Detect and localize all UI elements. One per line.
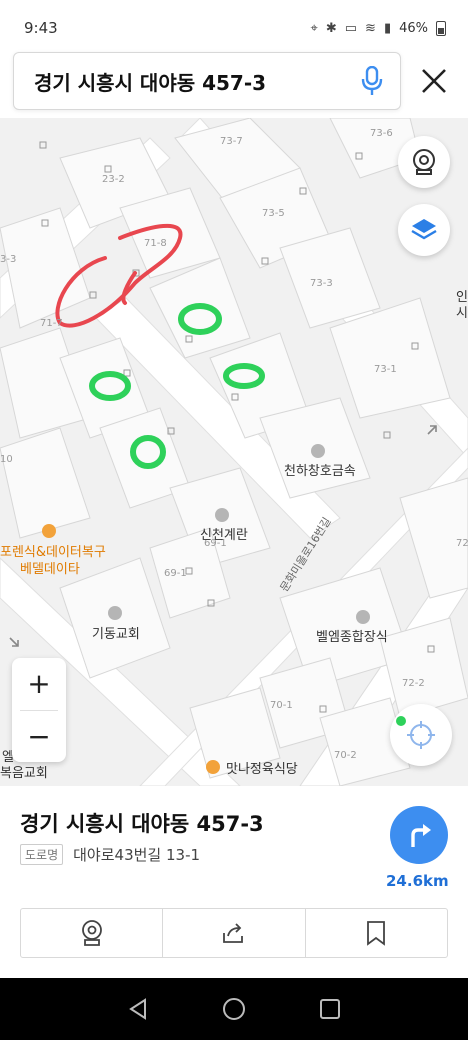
current-location-button[interactable] (390, 704, 452, 766)
battery-level: 46% (399, 20, 428, 36)
distance-label: 24.6km (386, 872, 449, 890)
zoom-out-button[interactable]: − (12, 711, 66, 763)
battery-icon (436, 20, 446, 36)
place-info-sheet: 경기 시흥시 대야동 457-3 도로명 대야로43번길 13-1 24.6km (0, 786, 468, 978)
turn-right-arrow-icon (411, 824, 431, 847)
lot-label: 73-3 (310, 278, 333, 289)
map-base (0, 118, 468, 786)
status-bar: 9:43 ⌖ ✱ ▭ ≋ ▮ 46% (0, 0, 468, 56)
crosshair-icon (407, 721, 435, 749)
lot-label: 72-2 (402, 678, 425, 689)
search-input[interactable]: 경기 시흥시 대야동 457-3 (34, 67, 358, 96)
road-address: 대야로43번길 13-1 (73, 846, 201, 864)
microphone-icon[interactable] (358, 64, 386, 98)
lot-label: 23-2 (102, 174, 125, 185)
lot-label: 10 (0, 454, 13, 465)
home-icon[interactable] (221, 996, 247, 1022)
road-address-tag: 도로명 (20, 844, 64, 865)
church-icon (108, 606, 122, 620)
nfc-icon: ▭ (344, 20, 358, 36)
lot-label: 70-1 (270, 700, 293, 711)
lot-label: 73-1 (374, 364, 397, 375)
poi-label-sincheon[interactable]: 신천계란 (200, 524, 248, 543)
layers-icon (411, 219, 437, 240)
cctv-button[interactable] (398, 136, 450, 188)
cctv-icon (81, 920, 102, 946)
lot-label: 72 (456, 538, 468, 549)
poi-label-cheonha[interactable]: 천하창호금속 (284, 460, 356, 479)
share-button[interactable] (162, 909, 304, 957)
poi-marker (356, 610, 370, 624)
layers-button[interactable] (398, 204, 450, 256)
search-box[interactable]: 경기 시흥시 대야동 457-3 (13, 52, 401, 110)
bookmark-icon (367, 921, 386, 946)
location-icon: ⌖ (310, 20, 318, 36)
poi-label-gidong[interactable]: 기동교회 (92, 623, 140, 642)
place-title: 경기 시흥시 대야동 457-3 (20, 812, 264, 836)
wifi-icon: ≋ (365, 20, 376, 36)
poi-label-right-edge: 인 시 (456, 290, 468, 321)
lot-label: 73-7 (220, 136, 243, 147)
close-icon (422, 69, 446, 93)
action-bar (20, 908, 448, 958)
back-icon[interactable] (126, 997, 150, 1021)
signal-icon: ▮ (383, 20, 392, 36)
poi-label-belem[interactable]: 벨엠종합장식 (316, 626, 388, 645)
lot-label: 3-3 (0, 254, 17, 265)
status-icons: ⌖ ✱ ▭ ≋ ▮ 46% (310, 20, 446, 36)
directions-button[interactable] (390, 806, 448, 864)
lot-label: 71-7 (40, 318, 63, 329)
status-time: 9:43 (24, 19, 58, 37)
location-status-dot (396, 716, 406, 726)
lot-label: 73-6 (370, 128, 393, 139)
lot-label: 70-2 (334, 750, 357, 761)
map-view[interactable]: 73-7 73-6 23-2 73-5 71-8 3-3 73-3 71-7 7… (0, 118, 468, 786)
bookmark-button[interactable] (304, 909, 447, 957)
system-navigation-bar (0, 978, 468, 1040)
zoom-in-button[interactable]: + (12, 658, 66, 710)
close-button[interactable] (412, 56, 456, 106)
bluetooth-icon: ✱ (325, 20, 337, 36)
share-icon (223, 923, 243, 943)
poi-marker (311, 444, 325, 458)
restaurant-icon (206, 760, 220, 774)
cctv-action-button[interactable] (21, 909, 162, 957)
lot-label: 69-1 (164, 568, 187, 579)
poi-marker (215, 508, 229, 522)
recents-icon[interactable] (318, 997, 342, 1021)
poi-label-forensic-sub[interactable]: 베델데이타 (20, 558, 80, 577)
poi-label-left-sub: 복음교회 (0, 766, 48, 781)
zoom-controls: + − (12, 658, 66, 762)
lot-label: 73-5 (262, 208, 285, 219)
cctv-icon (413, 149, 435, 175)
lot-label: 71-8 (144, 238, 167, 249)
poi-label-matna[interactable]: 맛나정육식당 (226, 758, 298, 777)
road-address-row: 도로명 대야로43번길 13-1 (20, 844, 200, 865)
poi-marker-orange (42, 524, 56, 538)
